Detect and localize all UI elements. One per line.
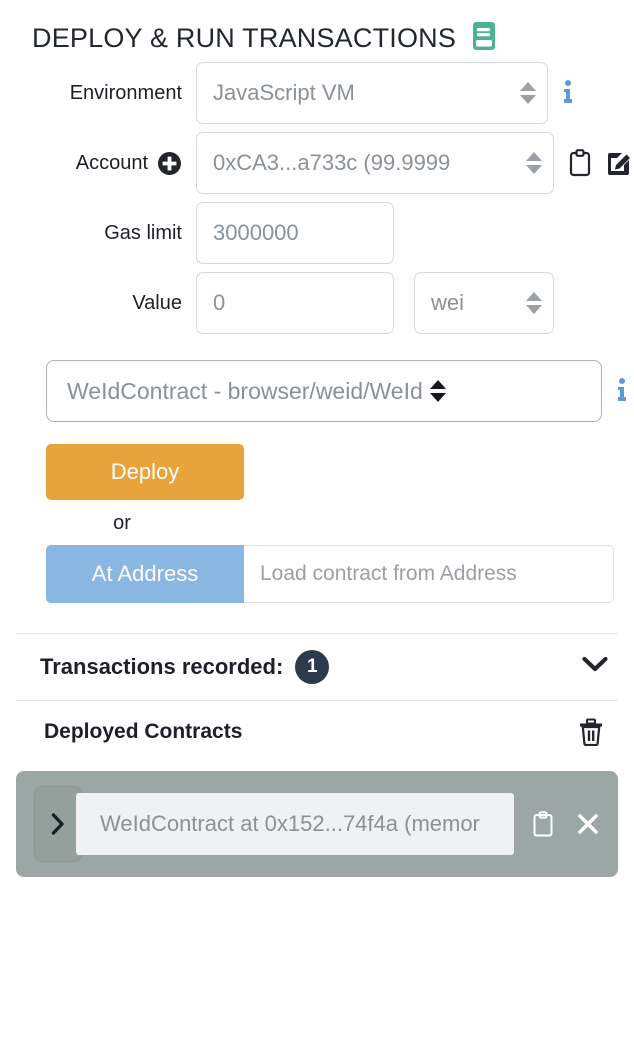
account-row: Account 0xCA3...a733c (99.9999: [0, 132, 634, 194]
transactions-count-badge: 1: [295, 650, 330, 684]
settings-form: Environment JavaScript VM Account 0xCA3.…: [0, 62, 634, 334]
select-arrows-icon: [525, 148, 543, 178]
contract-selector-row: WeIdContract - browser/weid/WeId: [0, 360, 634, 422]
account-actions: [568, 149, 633, 177]
deploy-run-transactions-panel: DEPLOY & RUN TRANSACTIONS Environment Ja…: [0, 0, 634, 1054]
page-title: DEPLOY & RUN TRANSACTIONS: [32, 22, 457, 53]
at-address-section: At Address: [0, 545, 634, 603]
edit-account-pencil-icon[interactable]: [606, 149, 633, 177]
instance-name[interactable]: WeIdContract at 0x152...74f4a (memor: [76, 793, 514, 855]
account-label: Account: [75, 151, 148, 174]
deployed-contract-instance: WeIdContract at 0x152...74f4a (memor: [16, 771, 618, 877]
or-separator-label: or: [113, 512, 131, 534]
panel-header: DEPLOY & RUN TRANSACTIONS: [0, 0, 634, 62]
account-label-group: Account: [0, 151, 196, 176]
trash-icon[interactable]: [578, 718, 604, 746]
copy-account-clipboard-icon[interactable]: [568, 149, 592, 177]
contract-info-icon[interactable]: [616, 376, 628, 406]
select-arrows-icon: [429, 376, 447, 406]
copy-instance-clipboard-icon[interactable]: [532, 811, 554, 837]
close-instance-x-icon[interactable]: [576, 812, 600, 836]
value-unit-select[interactable]: wei: [414, 272, 554, 334]
select-arrows-icon: [519, 78, 537, 108]
deploy-button[interactable]: Deploy: [46, 444, 244, 500]
expand-instance-chevron-right-icon[interactable]: [34, 786, 82, 862]
at-address-button[interactable]: At Address: [46, 545, 244, 603]
environment-select[interactable]: JavaScript VM: [196, 62, 548, 124]
contract-select[interactable]: WeIdContract - browser/weid/WeId: [46, 360, 602, 422]
gas-limit-value: 3000000: [213, 220, 299, 245]
transactions-recorded-label: Transactions recorded:: [40, 654, 284, 679]
plus-circle-icon[interactable]: [157, 151, 182, 176]
journal-book-icon[interactable]: [472, 21, 496, 51]
contract-selected-value: WeIdContract - browser/weid/WeId: [67, 377, 423, 404]
value-amount: 0: [213, 290, 226, 315]
instance-actions: [532, 811, 600, 837]
value-input[interactable]: 0: [196, 272, 394, 334]
value-unit: wei: [431, 290, 465, 315]
account-select[interactable]: 0xCA3...a733c (99.9999: [196, 132, 554, 194]
gas-limit-label: Gas limit: [104, 221, 182, 244]
transactions-recorded-row[interactable]: Transactions recorded: 1: [0, 634, 634, 700]
account-value: 0xCA3...a733c (99.9999: [213, 150, 451, 175]
chevron-down-icon[interactable]: [582, 656, 608, 679]
environment-info-icon[interactable]: [562, 78, 574, 108]
environment-value: JavaScript VM: [213, 80, 355, 105]
value-row: Value 0 wei: [0, 272, 634, 334]
select-arrows-icon: [525, 288, 543, 318]
at-address-input[interactable]: [244, 545, 614, 603]
value-label: Value: [132, 291, 182, 314]
deployed-contracts-header: Deployed Contracts: [0, 701, 634, 763]
deployed-contracts-title: Deployed Contracts: [44, 720, 243, 743]
deploy-section: Deploy: [0, 444, 634, 500]
environment-row: Environment JavaScript VM: [0, 62, 634, 124]
gas-limit-row: Gas limit 3000000: [0, 202, 634, 264]
environment-label: Environment: [69, 81, 182, 104]
gas-limit-input[interactable]: 3000000: [196, 202, 394, 264]
